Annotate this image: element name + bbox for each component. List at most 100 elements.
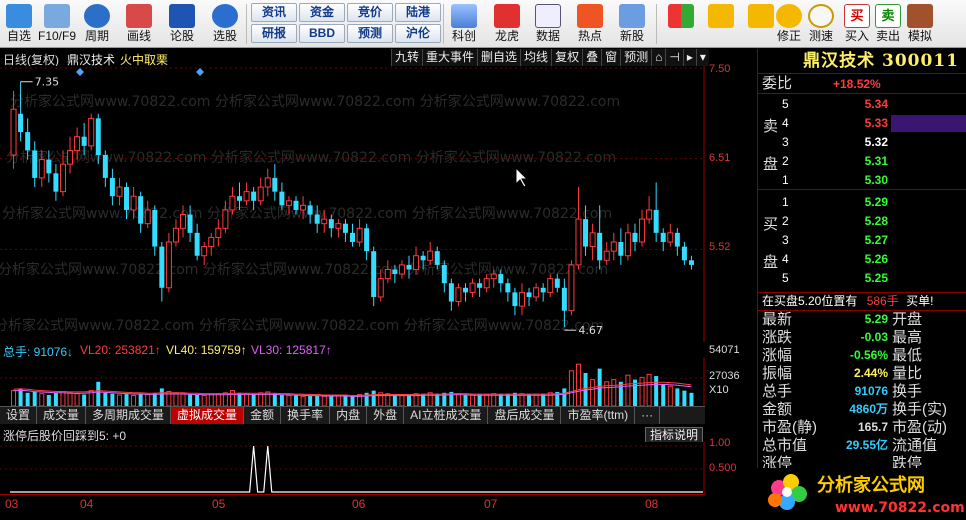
clock-icon xyxy=(84,4,110,28)
indicator-tab-8[interactable]: AI立桩成交量 xyxy=(404,407,489,424)
sell-side-label: 卖 xyxy=(763,118,779,135)
candle-body xyxy=(109,177,115,197)
indicator-tab-3[interactable]: 虚拟成交量 xyxy=(171,407,245,424)
volume-chart[interactable] xyxy=(0,358,705,406)
indicator-tab-0[interactable]: 设置 xyxy=(0,407,38,424)
shanghai-london-button[interactable]: 沪伦 xyxy=(395,24,441,43)
layout-button[interactable] xyxy=(662,2,700,46)
draw-line-button[interactable]: 画线 xyxy=(120,2,158,46)
chart-tab-7[interactable]: 预测 xyxy=(620,49,652,66)
simulate-button[interactable]: 模拟 xyxy=(901,2,939,46)
volume-bar xyxy=(39,393,45,406)
candle-body xyxy=(554,278,560,288)
buy-price[interactable]: 5.26 xyxy=(818,251,888,268)
sell-price[interactable]: 5.30 xyxy=(818,172,888,189)
chart-tab-10[interactable]: ▸ xyxy=(682,49,696,66)
sell-price[interactable]: 5.33 xyxy=(818,115,888,132)
volume-bar xyxy=(131,394,137,406)
divider xyxy=(758,189,966,190)
candle-body xyxy=(81,136,87,146)
chart-tab-9[interactable]: ⊣ xyxy=(665,49,683,66)
volume-bar xyxy=(639,376,645,406)
buy-price[interactable]: 5.29 xyxy=(818,194,888,211)
date-tick: 04 xyxy=(80,497,94,511)
volume-bar xyxy=(32,391,37,406)
news-button[interactable]: 资讯 xyxy=(251,3,297,22)
volume-bar xyxy=(568,370,574,406)
sell-price[interactable]: 5.34 xyxy=(818,96,888,113)
auction-button[interactable]: 竞价 xyxy=(347,3,393,22)
new-stocks-button[interactable]: 新股 xyxy=(613,2,651,46)
buy-level: 4 xyxy=(782,252,789,266)
candle-body xyxy=(257,186,264,202)
sell-price[interactable]: 5.32 xyxy=(818,134,888,151)
funds-button[interactable]: 资金 xyxy=(299,3,345,22)
chart-tab-1[interactable]: 重大事件 xyxy=(422,49,478,66)
toolbar-separator xyxy=(443,4,444,44)
volume-bar xyxy=(272,393,277,406)
hot-topics-button[interactable]: 热点 xyxy=(571,2,609,46)
buy-price[interactable]: 5.25 xyxy=(818,270,888,287)
indicator-tab-9[interactable]: 盘后成交量 xyxy=(488,407,562,424)
indicator-tab-10[interactable]: 市盈率(ttm) xyxy=(561,407,636,424)
indicator-tab-2[interactable]: 多周期成交量 xyxy=(86,407,172,424)
volume-bar xyxy=(329,395,334,406)
chart-tab-4[interactable]: 复权 xyxy=(551,49,583,66)
chart-tab-6[interactable]: 窗 xyxy=(601,49,621,66)
indicator-tab-11[interactable]: ··· xyxy=(635,407,661,424)
volume-bar xyxy=(110,393,115,406)
chart-tab-3[interactable]: 均线 xyxy=(520,49,552,66)
chart-tab-0[interactable]: 九转 xyxy=(391,49,423,66)
candle-body xyxy=(165,241,172,289)
candle-body xyxy=(159,246,165,288)
indicator-tab-1[interactable]: 成交量 xyxy=(37,407,87,424)
discuss-button[interactable]: 论股 xyxy=(163,2,201,46)
chart-tab-5[interactable]: 叠 xyxy=(582,49,602,66)
dragon-tiger-button[interactable]: 龙虎 xyxy=(488,2,526,46)
data-button[interactable]: 数据 xyxy=(529,2,567,46)
buy-side-label: 买 xyxy=(763,216,779,233)
volume-bar xyxy=(82,394,87,406)
candle-body xyxy=(667,232,674,243)
color-blocks-icon xyxy=(668,4,694,28)
stat-label: 涨幅 xyxy=(762,347,793,364)
vl20-label: VL20: 253821↑ xyxy=(80,343,161,357)
speed-test-button[interactable]: 测速 xyxy=(802,2,840,46)
back-button[interactable] xyxy=(702,2,740,46)
chart-icon xyxy=(451,4,477,28)
volume-bar xyxy=(286,394,292,406)
candle-body xyxy=(455,287,462,303)
volume-bar xyxy=(60,390,66,406)
candle-body xyxy=(610,241,617,252)
volume-bar xyxy=(470,394,476,406)
period-button[interactable]: 周期 xyxy=(78,2,116,46)
logo-text: 分析家公式网 xyxy=(817,474,925,496)
buy-price[interactable]: 5.27 xyxy=(818,232,888,249)
chart-tab-8[interactable]: ⌂ xyxy=(651,49,666,66)
pick-stock-button[interactable]: 选股 xyxy=(206,2,244,46)
f10-button[interactable]: F10/F9 xyxy=(36,2,78,46)
bbd-button[interactable]: BBD xyxy=(299,24,345,43)
research-button[interactable]: 研报 xyxy=(251,24,297,43)
volume-bar xyxy=(335,395,341,406)
indicator-chart[interactable] xyxy=(0,442,705,494)
chart-tab-2[interactable]: 删自选 xyxy=(477,49,521,66)
hk-connect-button[interactable]: 陆港 xyxy=(395,3,441,22)
forecast-button[interactable]: 预测 xyxy=(347,24,393,43)
indicator-help-button[interactable]: 指标说明 xyxy=(645,427,704,443)
candle-body xyxy=(279,191,285,206)
sell-price[interactable]: 5.31 xyxy=(818,153,888,170)
candlestick-chart[interactable]: 分析家公式网www.70822.com 分析家公式网www.70822.com … xyxy=(0,66,705,342)
stat-label-right: 换手 xyxy=(892,383,923,400)
candle-body xyxy=(314,214,320,224)
buy-price[interactable]: 5.28 xyxy=(818,213,888,230)
indicator-tab-5[interactable]: 换手率 xyxy=(281,407,331,424)
watermark-text: 分析家公式网www.70822.com 分析家公式网www.70822.com … xyxy=(0,261,608,278)
indicator-tab-4[interactable]: 金额 xyxy=(244,407,282,424)
indicator-tab-7[interactable]: 外盘 xyxy=(367,407,405,424)
candle-body xyxy=(371,251,377,297)
indicator-tab-6[interactable]: 内盘 xyxy=(330,407,368,424)
favorites-button[interactable]: 自选 xyxy=(0,2,38,46)
candle-body xyxy=(413,255,420,270)
star-market-button[interactable]: 科创 xyxy=(445,2,483,46)
